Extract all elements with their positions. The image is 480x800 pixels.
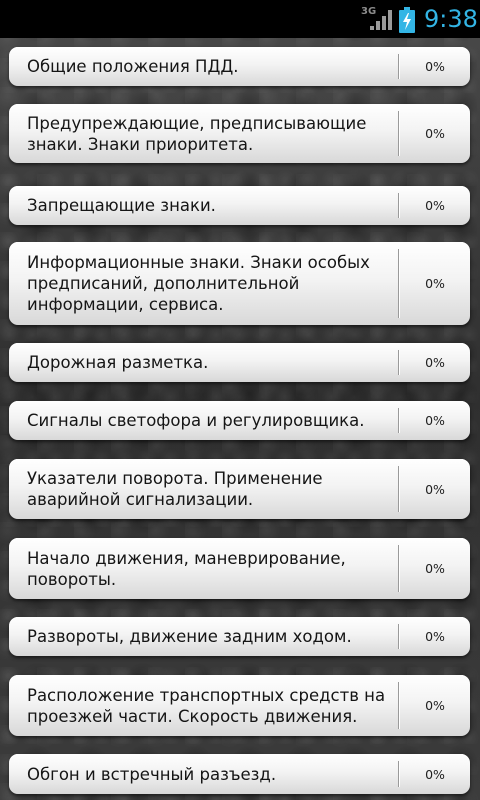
topic-item[interactable]: Общие положения ПДД. 0% bbox=[9, 47, 470, 86]
divider bbox=[398, 193, 399, 218]
topic-title: Указатели поворота. Применение аварийной… bbox=[27, 469, 323, 509]
topic-progress: 0% bbox=[425, 276, 445, 291]
topic-item[interactable]: Указатели поворота. Применение аварийной… bbox=[9, 459, 470, 519]
topic-title: Запрещающие знаки. bbox=[27, 196, 216, 215]
topic-title: Предупреждающие, предписывающие знаки. З… bbox=[27, 113, 367, 154]
topic-progress: 0% bbox=[425, 59, 445, 74]
topic-title: Сигналы светофора и регулировщика. bbox=[27, 411, 365, 430]
divider bbox=[398, 249, 399, 318]
divider bbox=[398, 466, 399, 512]
topic-title: Развороты, движение задним ходом. bbox=[27, 627, 352, 646]
divider bbox=[398, 682, 399, 729]
topic-item[interactable]: Предупреждающие, предписывающие знаки. З… bbox=[9, 104, 470, 163]
topic-progress: 0% bbox=[425, 126, 445, 141]
divider bbox=[398, 350, 399, 375]
topic-progress: 0% bbox=[425, 561, 445, 576]
signal-bars-icon bbox=[370, 10, 392, 30]
topic-title: Начало движения, маневрирование, поворот… bbox=[27, 548, 346, 589]
divider bbox=[398, 761, 399, 787]
topic-item[interactable]: Развороты, движение задним ходом. 0% bbox=[9, 617, 470, 656]
topic-title: Дорожная разметка. bbox=[27, 353, 209, 372]
topics-list[interactable]: Общие положения ПДД. 0% Предупреждающие,… bbox=[0, 38, 480, 800]
clock-time: 9:38 bbox=[424, 5, 478, 33]
topic-item[interactable]: Информационные знаки. Знаки особых предп… bbox=[9, 242, 470, 325]
topic-item[interactable]: Дорожная разметка. 0% bbox=[9, 343, 470, 382]
topic-title: Общие положения ПДД. bbox=[27, 57, 239, 76]
battery-charging-icon bbox=[399, 7, 415, 33]
topic-item[interactable]: Обгон и встречный разъезд. 0% bbox=[9, 754, 470, 794]
topic-progress: 0% bbox=[425, 198, 445, 213]
topic-progress: 0% bbox=[425, 698, 445, 713]
divider bbox=[398, 54, 399, 79]
topic-progress: 0% bbox=[425, 766, 445, 782]
topic-item[interactable]: Запрещающие знаки. 0% bbox=[9, 186, 470, 225]
status-bar: 3G 9:38 bbox=[0, 0, 480, 38]
divider bbox=[398, 408, 399, 433]
divider bbox=[398, 545, 399, 592]
topic-progress: 0% bbox=[425, 481, 445, 497]
topic-title: Обгон и встречный разъезд. bbox=[27, 764, 277, 784]
topic-title: Расположение транспортных средств на про… bbox=[27, 685, 386, 726]
topic-title: Информационные знаки. Знаки особых предп… bbox=[27, 253, 370, 314]
divider bbox=[398, 111, 399, 156]
topic-progress: 0% bbox=[425, 629, 445, 644]
topic-item[interactable]: Расположение транспортных средств на про… bbox=[9, 675, 470, 736]
topic-progress: 0% bbox=[425, 355, 445, 370]
topic-item[interactable]: Начало движения, маневрирование, поворот… bbox=[9, 538, 470, 599]
topic-progress: 0% bbox=[425, 413, 445, 428]
divider bbox=[398, 624, 399, 649]
topic-item[interactable]: Сигналы светофора и регулировщика. 0% bbox=[9, 401, 470, 440]
